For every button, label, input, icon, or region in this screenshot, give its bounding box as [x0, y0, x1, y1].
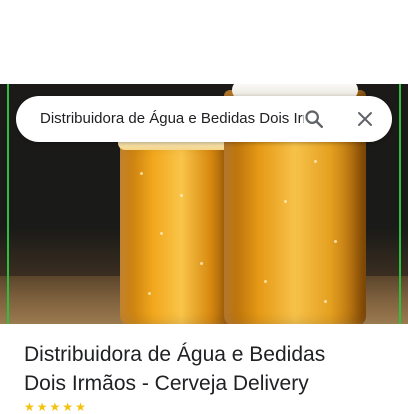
star-icon: ★ [62, 400, 74, 414]
clear-search-button[interactable] [349, 103, 381, 135]
rating-stars: ★ ★ ★ ★ ★ [24, 400, 86, 414]
search-icon [305, 110, 323, 128]
beer-glass-left [118, 136, 234, 324]
star-icon: ★ [49, 400, 61, 414]
place-title-line1: Distribuidora de Água e Bedidas [24, 343, 326, 366]
close-icon [358, 112, 372, 126]
search-input[interactable]: Distribuidora de Água e Bedidas Dois Irm… [40, 96, 304, 142]
star-icon: ★ [24, 400, 35, 414]
place-title-line2: Dois Irmãos - Cerveja Delivery [24, 372, 309, 395]
photo-border-right [399, 84, 401, 324]
star-icon: ★ [36, 400, 48, 414]
place-title: Distribuidora de Água e Bedidas Dois Irm… [24, 340, 394, 398]
search-button[interactable] [298, 103, 330, 135]
photo-border-left [7, 84, 9, 324]
star-icon: ★ [75, 400, 86, 414]
search-bar[interactable]: Distribuidora de Água e Bedidas Dois Irm… [16, 96, 392, 142]
